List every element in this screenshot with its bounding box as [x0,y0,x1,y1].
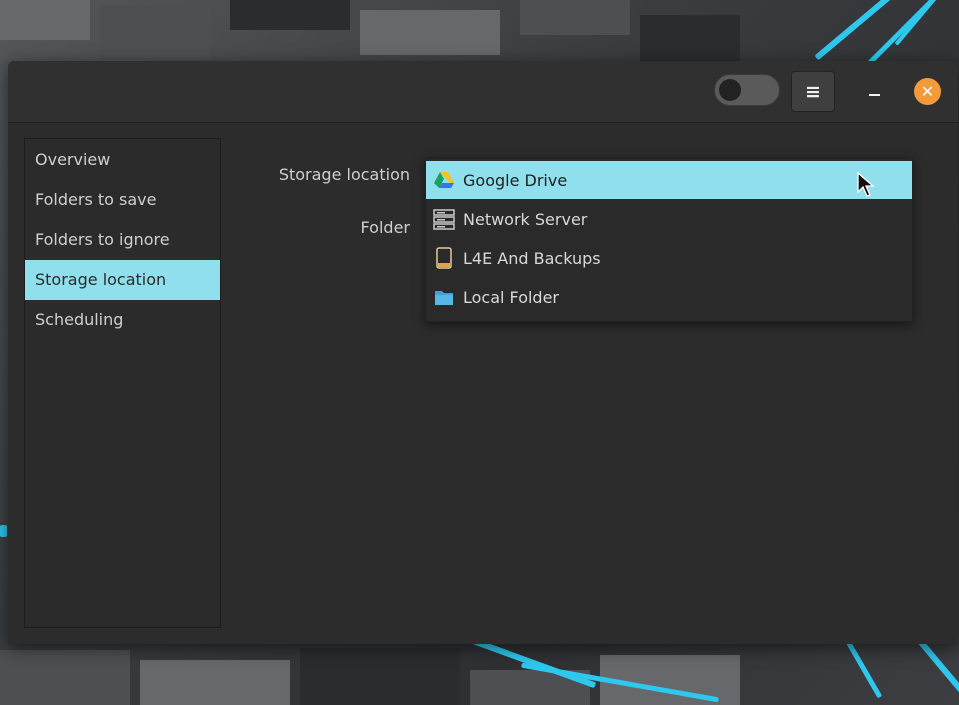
mouse-pointer-icon [857,171,875,202]
option-label: L4E And Backups [463,248,601,268]
option-l4e-and-backups[interactable]: L4E And Backups [426,239,912,277]
option-label: Google Drive [463,170,568,190]
storage-location-label: Storage location [278,165,410,184]
dark-mode-toggle[interactable] [714,74,780,106]
sidebar: Overview Folders to save Folders to igno… [24,138,221,628]
hamburger-icon: ≡ [805,80,821,103]
minimize-icon [868,94,880,96]
storage-location-dropdown[interactable]: Google Drive Network Server L4E And Back… [425,158,913,322]
sidebar-item-scheduling[interactable]: Scheduling [25,300,220,340]
server-icon [433,208,455,230]
menu-button[interactable]: ≡ [791,71,835,112]
toggle-knob [719,79,741,101]
sidebar-item-overview[interactable]: Overview [25,140,220,180]
drive-icon [433,247,455,269]
sidebar-item-folders-to-ignore[interactable]: Folders to ignore [25,220,220,260]
option-network-server[interactable]: Network Server [426,200,912,238]
google-drive-icon [433,169,455,191]
app-window: ≡ ✕ Overview Folders to save Folders to … [8,61,958,644]
sidebar-item-storage-location[interactable]: Storage location [25,260,220,300]
option-google-drive[interactable]: Google Drive [426,161,912,199]
minimize-button[interactable] [865,81,883,103]
sidebar-item-folders-to-save[interactable]: Folders to save [25,180,220,220]
folder-icon [433,286,455,308]
folder-label: Folder [360,218,410,237]
option-local-folder[interactable]: Local Folder [426,278,912,316]
titlebar: ≡ ✕ [8,61,958,123]
option-label: Network Server [463,209,588,229]
option-label: Local Folder [463,287,559,307]
close-button[interactable]: ✕ [914,78,941,105]
close-icon: ✕ [920,82,935,101]
